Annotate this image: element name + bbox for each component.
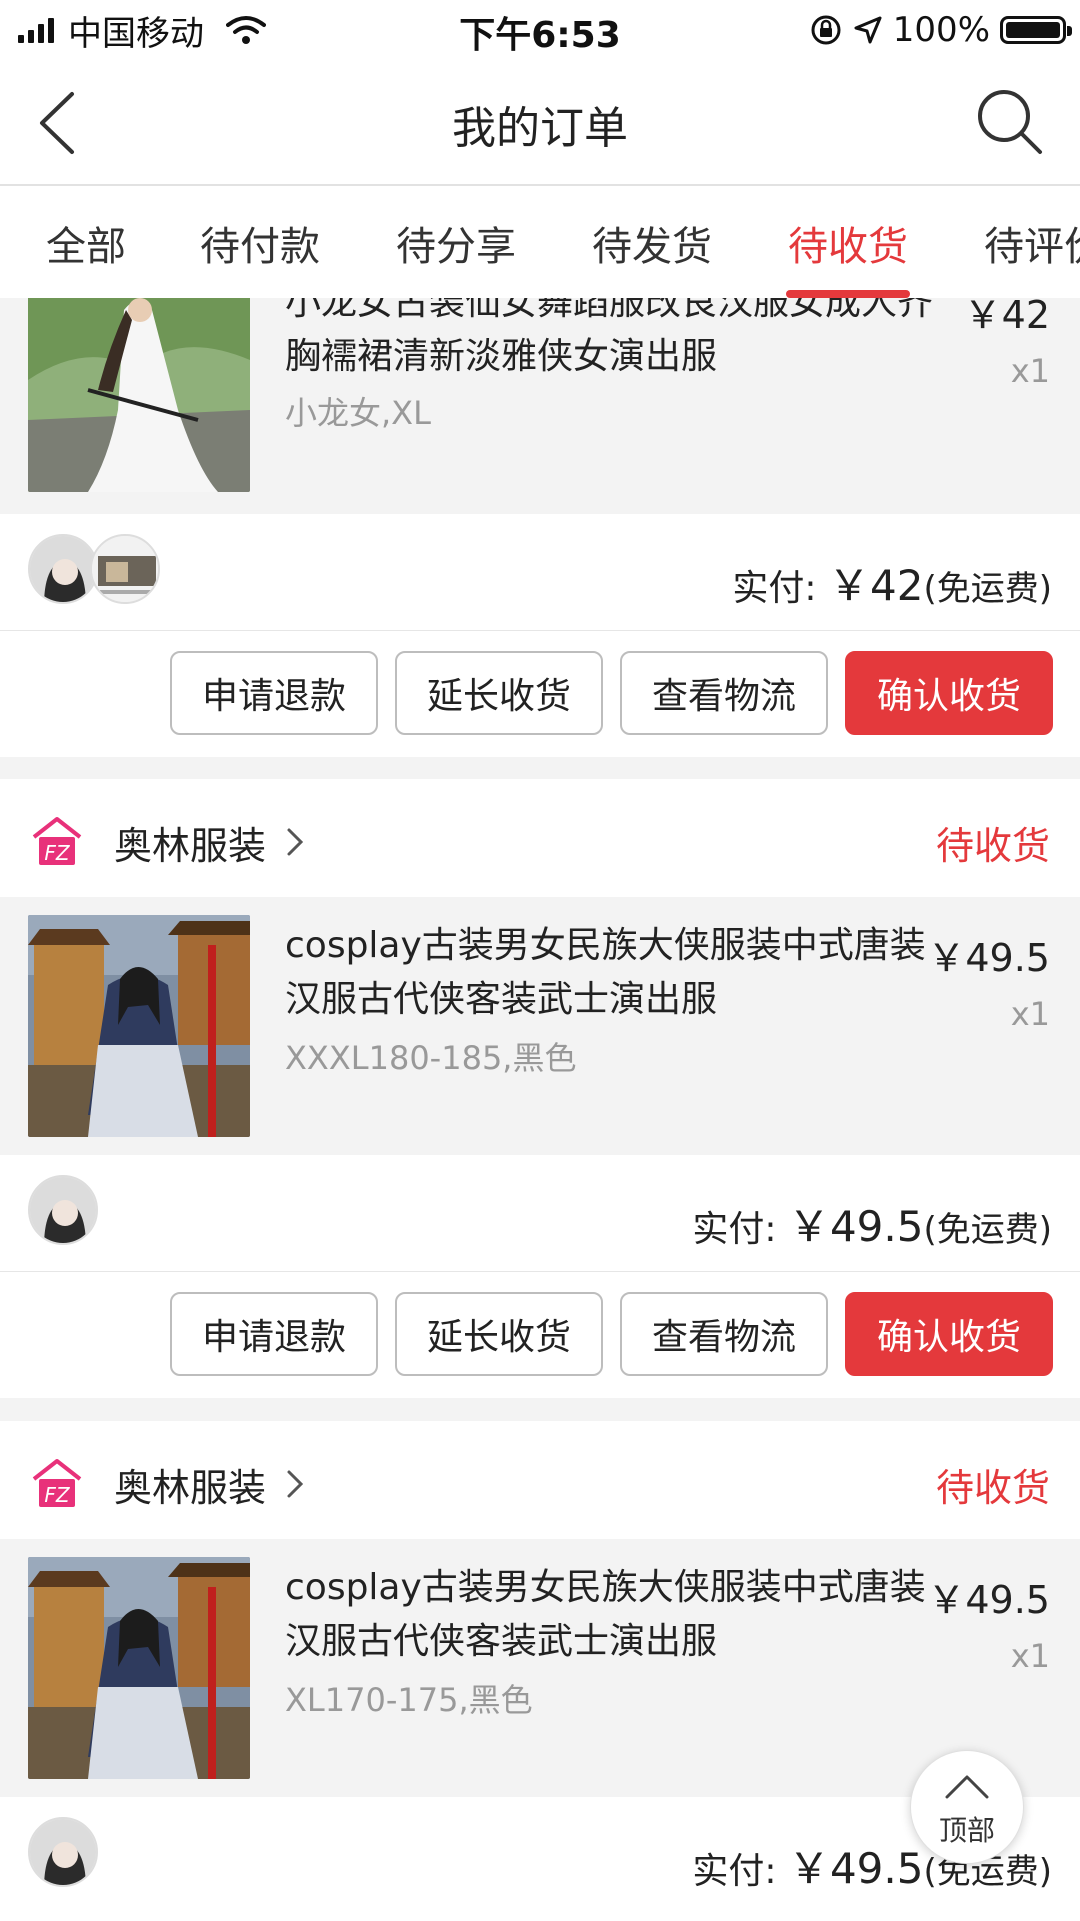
- order-2-product[interactable]: cosplay古装男女民族大侠服装中式唐装汉服古代侠客装武士演出服 XXXL18…: [0, 897, 1080, 1155]
- shop-name[interactable]: 奥林服装: [114, 815, 266, 870]
- avatar: [28, 534, 98, 604]
- tab-pending-receipt[interactable]: 待收货: [788, 214, 908, 272]
- payment-amount: ￥42: [828, 561, 924, 610]
- payment-summary: 实付: ￥49.5(免运费): [692, 1193, 1052, 1254]
- tab-pending-payment[interactable]: 待付款: [200, 214, 320, 272]
- order-2-shop-header[interactable]: FZ 奥林服装 待收货: [0, 779, 1080, 897]
- tab-pending-shipment[interactable]: 待发货: [592, 214, 712, 272]
- product-image[interactable]: [28, 298, 250, 492]
- location-arrow-icon: [854, 16, 882, 44]
- orientation-lock-icon: [811, 15, 841, 45]
- order-status: 待收货: [935, 824, 1050, 868]
- tab-pending-share[interactable]: 待分享: [396, 214, 516, 272]
- status-bar: 中国移动 下午6:53 100%: [0, 0, 1080, 60]
- order-tabs: 全部 待付款 待分享 待发货 待收货 待评价: [0, 186, 1080, 299]
- order-list: 小龙女古装仙女舞蹈服改良汉服女成人齐胸襦裙清新淡雅侠女演出服 小龙女,XL ￥4…: [0, 298, 1080, 1921]
- order-1-product[interactable]: 小龙女古装仙女舞蹈服改良汉服女成人齐胸襦裙清新淡雅侠女演出服 小龙女,XL ￥4…: [0, 298, 1080, 514]
- avatar: [28, 1817, 98, 1887]
- extend-receipt-button[interactable]: 延长收货: [395, 651, 603, 735]
- chevron-up-icon: [945, 1775, 989, 1799]
- payment-summary: 实付: ￥42(免运费): [732, 552, 1052, 613]
- shipping-note: (免运费): [923, 569, 1052, 609]
- payment-amount: ￥49.5: [787, 1844, 924, 1893]
- back-to-top-button[interactable]: 顶部: [910, 1750, 1024, 1864]
- product-spec: XL170-175,黑色: [285, 1681, 533, 1719]
- view-logistics-button[interactable]: 查看物流: [620, 1292, 828, 1376]
- chevron-right-icon: [287, 1470, 304, 1498]
- product-spec: 小龙女,XL: [285, 394, 431, 432]
- confirm-receipt-button[interactable]: 确认收货: [845, 1292, 1053, 1376]
- search-icon[interactable]: [974, 86, 1046, 158]
- product-quantity: x1: [1010, 1637, 1050, 1675]
- product-price: ￥42: [963, 298, 1050, 337]
- order-status: 待收货: [935, 1466, 1050, 1510]
- order-1-actions: 申请退款 延长收货 查看物流 确认收货: [0, 631, 1080, 757]
- battery-icon: [1000, 16, 1072, 44]
- back-to-top-label: 顶部: [938, 1814, 995, 1847]
- confirm-receipt-button[interactable]: 确认收货: [845, 651, 1053, 735]
- shop-name[interactable]: 奥林服装: [114, 1457, 266, 1512]
- product-image[interactable]: [28, 1557, 250, 1779]
- carrier-label: 中国移动: [68, 13, 204, 54]
- product-title: 小龙女古装仙女舞蹈服改良汉服女成人齐胸襦裙清新淡雅侠女演出服: [285, 298, 934, 377]
- product-price: ￥49.5: [927, 1578, 1050, 1622]
- avatar: [90, 534, 160, 604]
- buyer-avatars: [28, 534, 160, 604]
- payment-label: 实付:: [692, 1209, 777, 1250]
- back-arrow-icon[interactable]: [28, 88, 88, 158]
- tab-all[interactable]: 全部: [46, 214, 126, 272]
- product-image[interactable]: [28, 915, 250, 1137]
- payment-label: 实付:: [692, 1851, 777, 1892]
- payment-label: 实付:: [732, 568, 817, 609]
- order-3-product[interactable]: cosplay古装男女民族大侠服装中式唐装汉服古代侠客装武士演出服 XL170-…: [0, 1539, 1080, 1797]
- shop-icon: FZ: [32, 1459, 82, 1507]
- nav-bar: 我的订单: [0, 60, 1080, 186]
- battery-percent: 100%: [892, 10, 990, 50]
- status-left: 中国移动: [18, 8, 266, 54]
- product-spec: XXXL180-185,黑色: [285, 1039, 577, 1077]
- order-3-shop-header[interactable]: FZ 奥林服装 待收货: [0, 1421, 1080, 1539]
- svg-text:FZ: FZ: [44, 841, 71, 865]
- status-right: 100%: [809, 8, 1072, 52]
- product-title: cosplay古装男女民族大侠服装中式唐装汉服古代侠客装武士演出服: [285, 925, 926, 1020]
- avatar: [28, 1175, 98, 1245]
- active-tab-indicator: [786, 290, 910, 298]
- payment-amount: ￥49.5: [787, 1202, 924, 1251]
- signal-icon: [18, 17, 54, 43]
- svg-text:FZ: FZ: [44, 1483, 71, 1507]
- order-2-actions: 申请退款 延长收货 查看物流 确认收货: [0, 1272, 1080, 1398]
- product-quantity: x1: [1010, 352, 1050, 390]
- product-title: cosplay古装男女民族大侠服装中式唐装汉服古代侠客装武士演出服: [285, 1567, 926, 1662]
- page-title: 我的订单: [452, 103, 628, 154]
- product-quantity: x1: [1010, 995, 1050, 1033]
- buyer-avatars: [28, 1817, 98, 1887]
- chevron-right-icon: [287, 828, 304, 856]
- product-price: ￥49.5: [927, 936, 1050, 980]
- buyer-avatars: [28, 1175, 98, 1245]
- order-2-summary: 实付: ￥49.5(免运费): [0, 1155, 1080, 1272]
- shop-icon: FZ: [32, 817, 82, 865]
- shipping-note: (免运费): [923, 1210, 1052, 1250]
- view-logistics-button[interactable]: 查看物流: [620, 651, 828, 735]
- order-1-summary: 实付: ￥42(免运费): [0, 514, 1080, 631]
- extend-receipt-button[interactable]: 延长收货: [395, 1292, 603, 1376]
- refund-button[interactable]: 申请退款: [170, 651, 378, 735]
- tab-pending-review[interactable]: 待评价: [984, 214, 1080, 272]
- wifi-icon: [226, 16, 266, 44]
- refund-button[interactable]: 申请退款: [170, 1292, 378, 1376]
